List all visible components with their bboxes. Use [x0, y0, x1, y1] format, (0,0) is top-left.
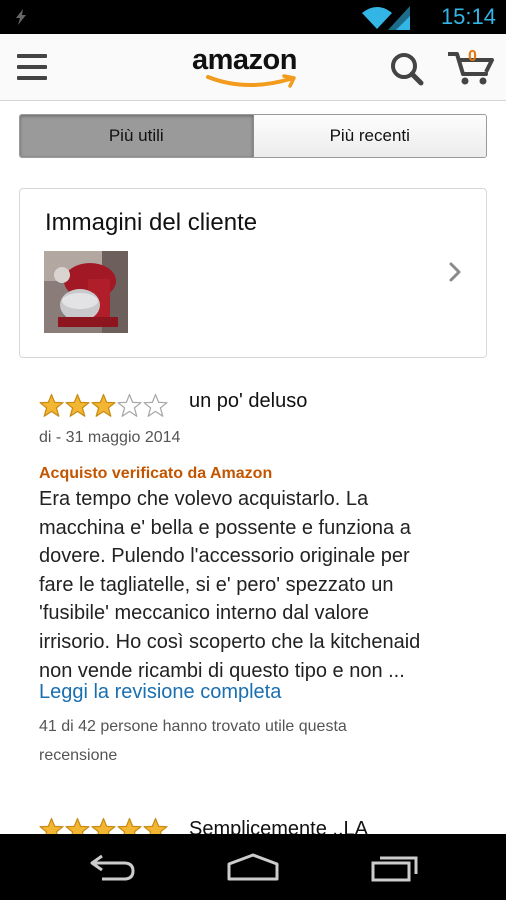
customer-images-title: Immagini del cliente	[45, 209, 258, 236]
review-body-line: dovere. Pulendo l'accessorio originale p…	[39, 545, 410, 568]
signal-icon	[388, 6, 410, 30]
clock: 15:14	[440, 4, 496, 29]
system-nav-bar	[0, 834, 506, 900]
cart-button[interactable]: 0	[447, 48, 494, 91]
review-body-line: 'fusibile' meccanico interno dal valore	[39, 602, 370, 625]
review-headline[interactable]: Semplicemente ..LA	[189, 818, 368, 834]
menu-icon[interactable]	[17, 54, 47, 80]
status-bar: 15:14	[0, 0, 506, 34]
star-filled-icon	[91, 393, 116, 417]
review-body: Era tempo che volevo acquistarlo. La mac…	[39, 485, 479, 685]
amazon-logo[interactable]: amazon	[192, 44, 312, 94]
star-empty-icon	[143, 393, 168, 417]
customer-images-card[interactable]: Immagini del cliente	[19, 188, 487, 358]
sort-tabs: Più utili Più recenti	[19, 114, 487, 158]
cart-count-badge: 0	[468, 48, 477, 65]
star-filled-icon	[117, 817, 142, 834]
home-icon[interactable]	[226, 852, 280, 882]
review-headline[interactable]: un po' deluso	[189, 390, 307, 413]
back-icon[interactable]	[88, 852, 136, 882]
review-body-line: irrisorio. Ho così scoperto che la kitch…	[39, 630, 421, 653]
review-item: Semplicemente ..LA	[39, 817, 479, 834]
review-body-line: Era tempo che volevo acquistarlo. La	[39, 488, 369, 510]
star-filled-icon	[39, 393, 64, 417]
helpful-votes-text: 41 di 42 persone hanno trovato utile que…	[39, 712, 459, 770]
verified-purchase-label: Acquisto verificato da Amazon	[39, 465, 273, 482]
star-filled-icon	[91, 817, 116, 834]
logo-smile-icon	[206, 74, 296, 88]
star-empty-icon	[117, 393, 142, 417]
logo-wordmark: amazon	[192, 44, 297, 76]
app-header: amazon 0	[0, 34, 506, 101]
review-item: un po' deluso di - 31 maggio 2014 Acquis…	[39, 390, 479, 783]
charging-icon	[16, 9, 26, 25]
review-byline: di - 31 maggio 2014	[39, 429, 181, 446]
tab-most-helpful[interactable]: Più utili	[20, 115, 254, 157]
read-full-review-link[interactable]: Leggi la revisione completa	[39, 681, 281, 704]
recent-apps-icon[interactable]	[370, 852, 420, 882]
star-filled-icon	[39, 817, 64, 834]
tab-most-recent[interactable]: Più recenti	[253, 115, 486, 157]
star-filled-icon	[65, 817, 90, 834]
star-filled-icon	[65, 393, 90, 417]
helpful-votes-line: 41 di 42 persone hanno trovato utile que…	[39, 718, 347, 735]
helpful-votes-line: recensione	[39, 747, 118, 764]
search-icon[interactable]	[390, 52, 424, 86]
chevron-right-icon[interactable]	[448, 261, 462, 283]
review-body-line: macchina e' bella e possente e funziona …	[39, 516, 411, 539]
customer-image-thumbnail[interactable]	[44, 251, 128, 333]
review-body-line: fare le tagliatelle, si e' pero' spezzat…	[39, 573, 394, 596]
star-filled-icon	[143, 817, 168, 834]
